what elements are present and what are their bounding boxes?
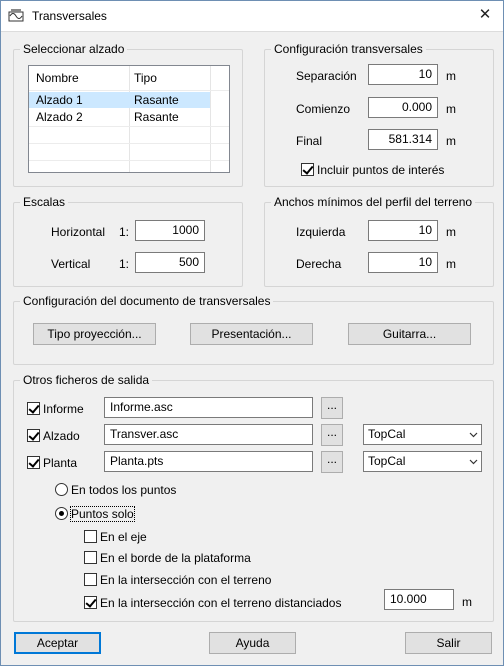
vertical-label: Vertical xyxy=(51,257,91,271)
group-label-config-transversales: Configuración transversales xyxy=(271,42,426,56)
en-el-eje-checkbox[interactable] xyxy=(84,530,97,543)
vertical-prefix: 1: xyxy=(119,257,130,271)
final-label: Final xyxy=(296,134,323,148)
group-label-anchos-minimos: Anchos mínimos del perfil del terreno xyxy=(271,195,476,209)
separacion-input[interactable]: 10 xyxy=(368,64,438,85)
horizontal-label: Horizontal xyxy=(51,225,106,239)
radio-todos-label[interactable]: En todos los puntos xyxy=(71,483,176,497)
column-header-tipo[interactable]: Tipo xyxy=(134,66,209,91)
derecha-input[interactable]: 10 xyxy=(368,252,438,273)
chevron-down-icon xyxy=(469,459,478,465)
group-label-config-documento: Configuración del documento de transvers… xyxy=(20,294,274,308)
alzado-browse-button[interactable]: ... xyxy=(321,424,343,446)
en-el-borde-checkbox[interactable] xyxy=(84,551,97,564)
en-interseccion-checkbox[interactable] xyxy=(84,573,97,586)
planta-format-select[interactable]: TopCal xyxy=(363,451,482,472)
izquierda-label: Izquierda xyxy=(296,225,346,239)
derecha-unit: m xyxy=(446,257,456,271)
tipo-proyeccion-button[interactable]: Tipo proyección... xyxy=(33,323,156,345)
group-escalas xyxy=(13,202,243,287)
list-item-nombre[interactable]: Alzado 1 xyxy=(36,92,83,108)
title-bar[interactable]: Transversales ✕ xyxy=(1,1,503,32)
planta-browse-button[interactable]: ... xyxy=(321,451,343,473)
salir-button[interactable]: Salir xyxy=(405,632,492,654)
comienzo-input[interactable]: 0.000 xyxy=(368,97,438,118)
alzado-checkbox[interactable] xyxy=(27,429,40,442)
separacion-unit: m xyxy=(446,69,456,83)
informe-label[interactable]: Informe xyxy=(43,402,84,416)
escala-vertical-input[interactable]: 500 xyxy=(135,252,205,273)
escala-horizontal-input[interactable]: 1000 xyxy=(135,220,205,241)
planta-checkbox[interactable] xyxy=(27,456,40,469)
alzado-list[interactable]: Nombre Tipo Alzado 1 Rasante Alzado 2 Ra… xyxy=(28,65,230,173)
separacion-label: Separación xyxy=(296,69,357,83)
comienzo-label: Comienzo xyxy=(296,102,351,116)
en-interseccion-distanciados-checkbox[interactable] xyxy=(84,596,97,609)
group-label-escalas: Escalas xyxy=(20,195,69,209)
final-unit: m xyxy=(446,134,456,148)
informe-browse-button[interactable]: ... xyxy=(321,397,343,419)
alzado-label[interactable]: Alzado xyxy=(43,429,80,443)
aceptar-button[interactable]: Aceptar xyxy=(14,632,101,654)
list-item-tipo[interactable]: Rasante xyxy=(134,92,179,108)
final-input[interactable]: 581.314 xyxy=(368,129,438,150)
alzado-file-input[interactable]: Transver.asc xyxy=(104,424,313,445)
planta-format-value: TopCal xyxy=(368,454,406,468)
izquierda-input[interactable]: 10 xyxy=(368,220,438,241)
close-icon[interactable]: ✕ xyxy=(471,4,499,26)
alzado-format-select[interactable]: TopCal xyxy=(363,424,482,445)
radio-todos-los-puntos[interactable] xyxy=(55,483,68,496)
informe-file-input[interactable]: Informe.asc xyxy=(104,397,313,418)
group-label-otros-ficheros: Otros ficheros de salida xyxy=(20,373,153,387)
group-anchos-minimos xyxy=(264,202,494,287)
dialog-window: Transversales ✕ Seleccionar alzado Nombr… xyxy=(0,0,504,666)
chevron-down-icon xyxy=(469,432,478,438)
list-item-nombre[interactable]: Alzado 2 xyxy=(36,109,83,125)
alzado-format-value: TopCal xyxy=(368,427,406,441)
planta-file-input[interactable]: Planta.pts xyxy=(104,451,313,472)
planta-label[interactable]: Planta xyxy=(43,456,77,470)
distancia-input[interactable]: 10.000 xyxy=(384,589,454,610)
radio-puntos-solo[interactable] xyxy=(55,507,68,520)
distancia-unit: m xyxy=(462,595,472,609)
column-header-nombre[interactable]: Nombre xyxy=(36,66,126,91)
radio-puntos-solo-label[interactable]: Puntos solo xyxy=(70,506,135,522)
ayuda-button[interactable]: Ayuda xyxy=(209,632,296,654)
izquierda-unit: m xyxy=(446,225,456,239)
en-interseccion-label[interactable]: En la intersección con el terreno xyxy=(100,573,271,587)
incluir-puntos-checkbox[interactable] xyxy=(301,163,314,176)
presentacion-button[interactable]: Presentación... xyxy=(190,323,313,345)
list-item-tipo[interactable]: Rasante xyxy=(134,109,179,125)
incluir-puntos-label[interactable]: Incluir puntos de interés xyxy=(317,163,444,177)
en-interseccion-distanciados-label[interactable]: En la intersección con el terreno distan… xyxy=(100,596,341,610)
en-el-eje-label[interactable]: En el eje xyxy=(100,530,147,544)
derecha-label: Derecha xyxy=(296,257,342,271)
app-icon xyxy=(8,9,24,22)
en-el-borde-label[interactable]: En el borde de la plataforma xyxy=(100,551,251,565)
comienzo-unit: m xyxy=(446,102,456,116)
horizontal-prefix: 1: xyxy=(119,225,130,239)
informe-checkbox[interactable] xyxy=(27,402,40,415)
window-title: Transversales xyxy=(32,9,107,23)
group-label-seleccionar-alzado: Seleccionar alzado xyxy=(20,42,128,56)
guitarra-button[interactable]: Guitarra... xyxy=(348,323,471,345)
